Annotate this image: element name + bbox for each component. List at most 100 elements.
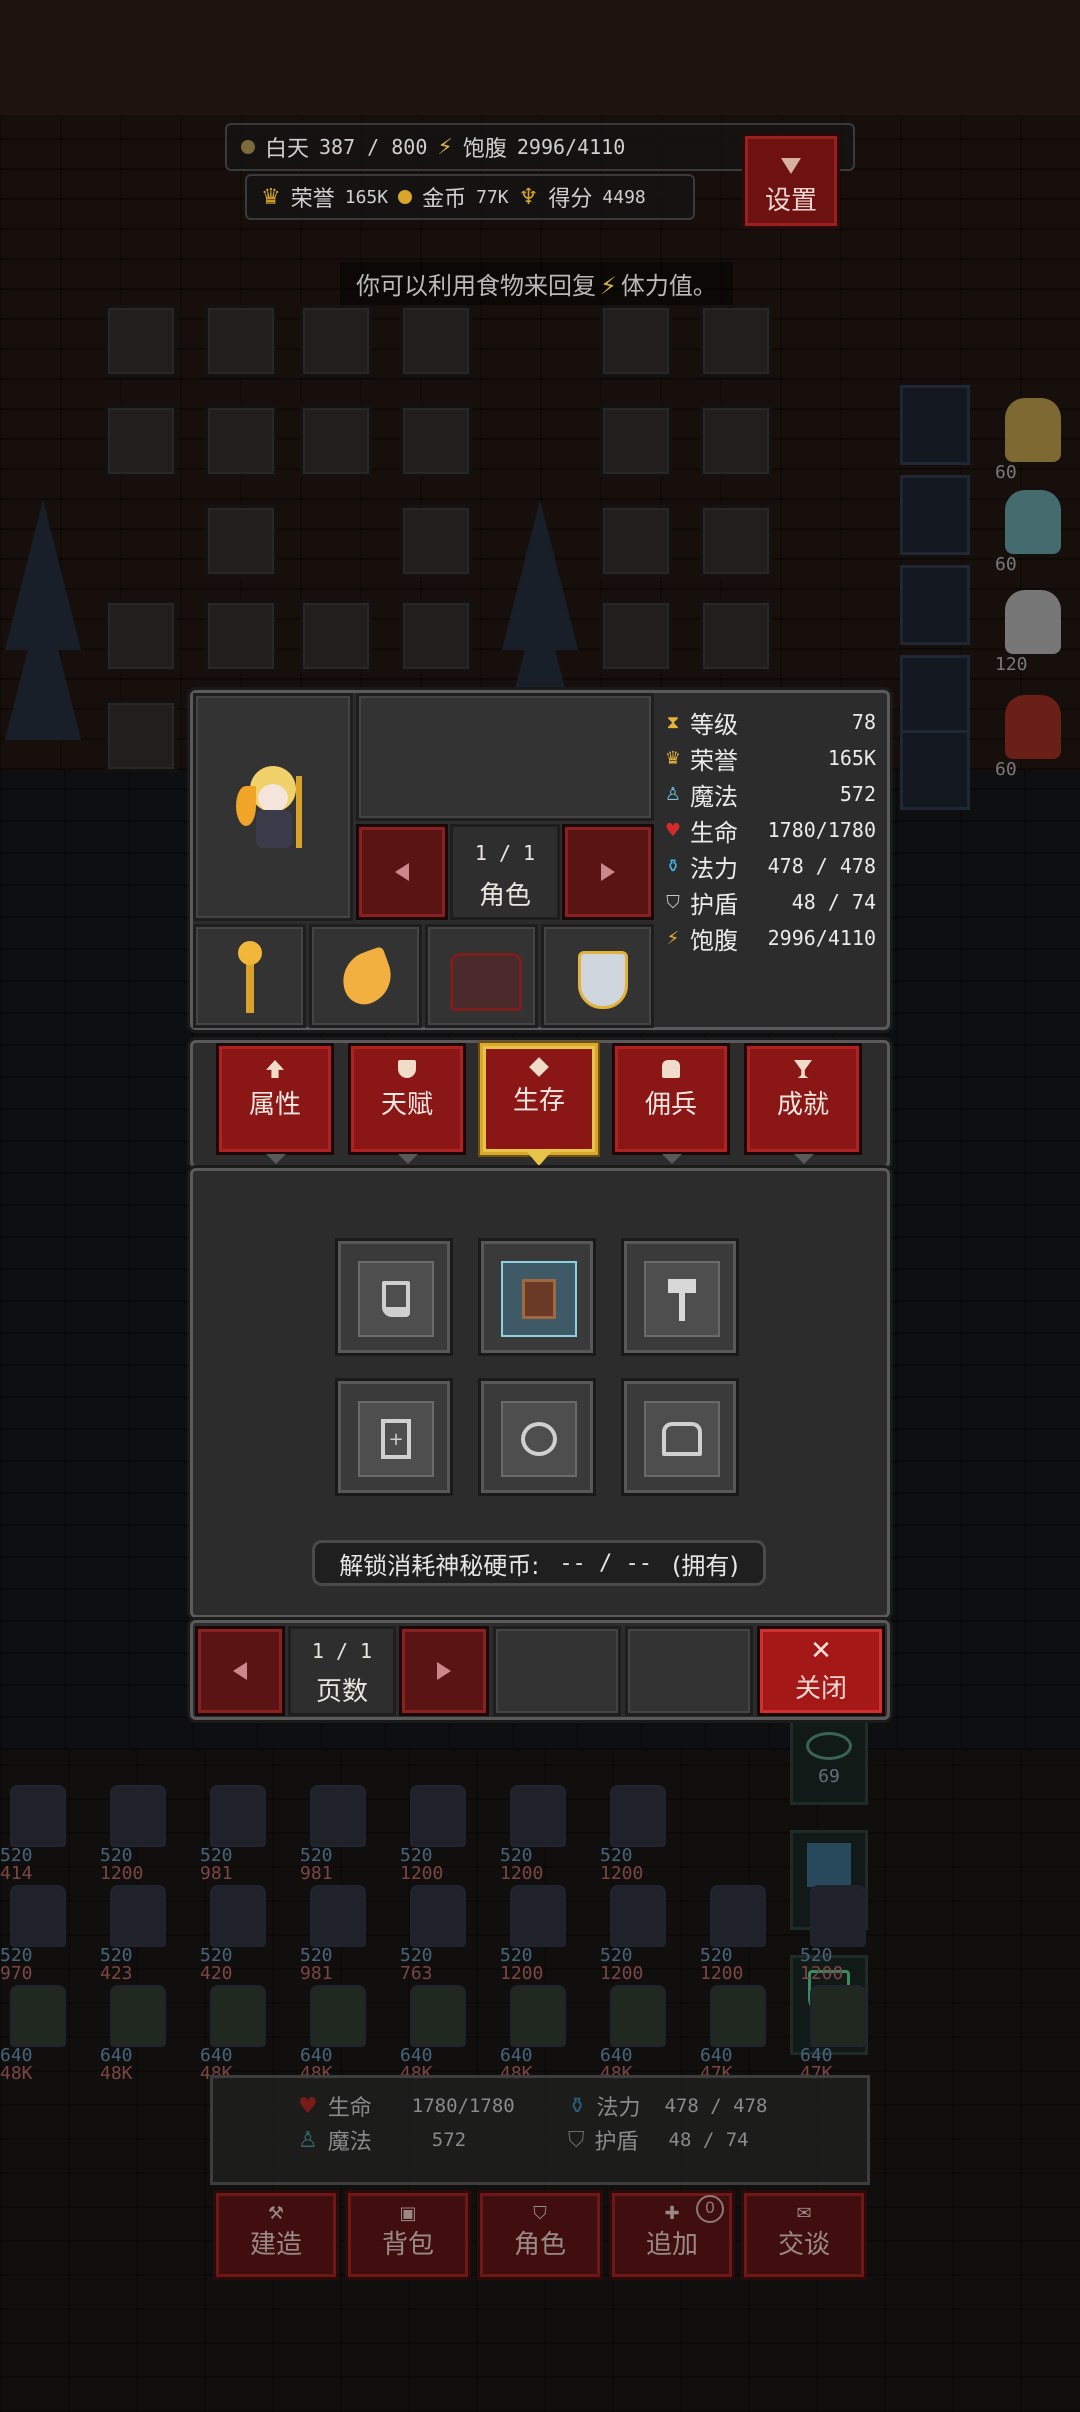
skill-hammer[interactable] [621, 1238, 739, 1356]
unlock-owned: (拥有) [672, 1551, 739, 1580]
diamond-icon [529, 1057, 549, 1077]
talk-label: 交谈 [777, 2230, 830, 2260]
stat-label: 等级 [690, 710, 738, 739]
page-label: 页数 [315, 1677, 368, 1707]
skill-card[interactable]: + [335, 1378, 453, 1496]
prev-page-button[interactable] [195, 1626, 285, 1716]
tab-survival[interactable]: 生存 [480, 1043, 598, 1155]
hint-text-after: 体力值。 [620, 272, 717, 300]
stat-value: 78 [851, 710, 876, 734]
page-number: 1 / 1 [311, 1639, 373, 1663]
arrow-left-icon [233, 1662, 247, 1680]
stat-value: 165K [827, 746, 876, 770]
arrow-left-icon [395, 863, 409, 881]
equipment-slot-armor[interactable] [425, 924, 538, 1028]
character-page-indicator: 1 / 1 角色 [450, 824, 560, 920]
arrow-up-icon [266, 1060, 284, 1078]
stat-label: 饱腹 [690, 926, 738, 955]
tab-attributes[interactable]: 属性 [216, 1043, 334, 1155]
add-button[interactable]: ✚ 追加 0 [609, 2190, 735, 2280]
skill-book[interactable] [478, 1238, 596, 1356]
character-label: 角色 [513, 2230, 566, 2260]
stat-satiety: ⚡ 饱腹 2996/4110 [662, 920, 884, 956]
bottom-shield-value: 48 / 74 [668, 2129, 749, 2151]
hammer-icon: ⚒ [267, 2203, 285, 2224]
character-portrait-slot[interactable] [193, 693, 353, 921]
gold-value: 77K [476, 186, 509, 208]
chat-icon: ✉ [796, 2203, 812, 2224]
equipment-slot-accessory[interactable] [309, 924, 422, 1028]
character-button[interactable]: ⛉ 角色 [477, 2190, 603, 2280]
tab-label: 属性 [248, 1090, 301, 1120]
tab-mercenaries[interactable]: 佣兵 [612, 1043, 730, 1155]
trophy-icon: ♆ [518, 184, 539, 210]
skill-chest[interactable] [621, 1378, 739, 1496]
bag-label: 背包 [381, 2230, 434, 2260]
score-value: 4498 [602, 186, 646, 208]
close-button[interactable]: ✕ 关闭 [757, 1626, 885, 1716]
skill-boot[interactable] [335, 1238, 453, 1356]
hint-text-before: 你可以利用食物来回复 [356, 272, 596, 300]
talk-button[interactable]: ✉ 交谈 [741, 2190, 867, 2280]
badge-icon [398, 1060, 416, 1078]
tab-talents[interactable]: 天赋 [348, 1043, 466, 1155]
stat-value: 478 / 478 [767, 854, 876, 878]
card-icon: + [358, 1401, 434, 1477]
unlock-value: -- / -- [559, 1550, 653, 1576]
wing-icon [334, 945, 400, 1011]
day-label: 白天 [265, 137, 310, 162]
next-page-button[interactable] [399, 1626, 489, 1716]
tab-label: 佣兵 [644, 1090, 697, 1120]
shield-icon: ⛉ [568, 2127, 585, 2153]
stat-mana: ⚱ 法力 478 / 478 [662, 848, 884, 884]
unlock-label: 解锁消耗神秘硬币: [339, 1551, 540, 1580]
day-progress: 387 / 800 [319, 135, 428, 159]
arrow-right-icon [437, 1662, 451, 1680]
satiety-value: 2996/4110 [516, 135, 626, 159]
tab-pointer-active [527, 1152, 551, 1166]
bottom-mana-label: 法力 [596, 2096, 641, 2121]
stat-value: 572 [839, 782, 876, 806]
stat-life: ♥ 生命 1780/1780 [662, 812, 884, 848]
bottom-life-label: 生命 [327, 2096, 372, 2121]
tab-label: 天赋 [380, 1090, 433, 1120]
helmet-icon [662, 1060, 680, 1078]
page-indicator: 1 / 1 页数 [288, 1626, 396, 1716]
bottom-magic-label: 魔法 [327, 2130, 372, 2155]
coin-icon [398, 190, 413, 204]
heart-icon: ♥ [298, 2093, 318, 2119]
stat-level: ⧗ 等级 78 [662, 704, 884, 740]
bottom-mana-value: 478 / 478 [664, 2095, 768, 2117]
equipment-slot-shield[interactable] [541, 924, 654, 1028]
tab-label: 成就 [776, 1090, 829, 1120]
tab-pointer [794, 1154, 814, 1164]
equipment-slot-weapon[interactable] [193, 924, 306, 1028]
satiety-label: 饱腹 [462, 137, 507, 162]
tab-pointer [398, 1154, 418, 1164]
settings-button[interactable]: 设置 [742, 133, 840, 229]
stat-label: 生命 [690, 818, 738, 847]
boot-icon [358, 1261, 434, 1337]
stat-value: 2996/4110 [767, 926, 876, 950]
stat-honor: ♛ 荣誉 165K [662, 740, 884, 776]
honor-label: 荣誉 [290, 187, 335, 212]
crown-icon: ♛ [664, 747, 682, 769]
bag-button[interactable]: ▣ 背包 [345, 2190, 471, 2280]
apple-icon [501, 1401, 577, 1477]
next-character-button[interactable] [562, 824, 654, 920]
notification-badge: 0 [696, 2195, 724, 2223]
build-button[interactable]: ⚒ 建造 [213, 2190, 339, 2280]
bottom-life: ♥ 生命 1780/1780 [298, 2090, 515, 2122]
heart-icon: ♥ [664, 819, 682, 841]
crown-icon: ♛ [261, 184, 281, 210]
resources-bar: ♛ 荣誉 165K 金币 77K ♆ 得分 4498 [245, 174, 695, 220]
stat-magic: ♙ 魔法 572 [662, 776, 884, 812]
skill-apple[interactable] [478, 1378, 596, 1496]
close-label: 关闭 [794, 1673, 847, 1704]
stat-value: 1780/1780 [767, 818, 876, 842]
prev-character-button[interactable] [356, 824, 448, 920]
chest-icon [644, 1401, 720, 1477]
food-icon: ⚡ [666, 927, 680, 949]
empty-slot [493, 1626, 621, 1716]
tab-achievements[interactable]: 成就 [744, 1043, 862, 1155]
